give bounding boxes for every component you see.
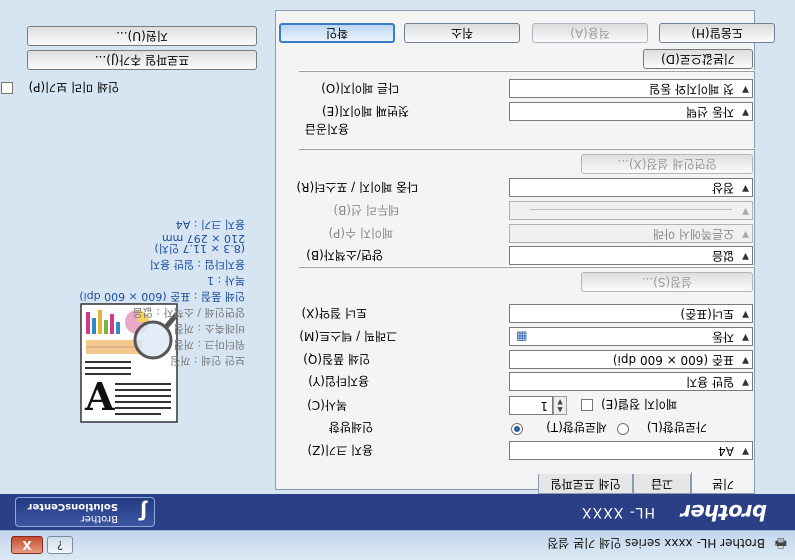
copies-stepper-arrows[interactable]: ▲ ▼ <box>553 396 567 415</box>
group-separator <box>299 148 755 150</box>
print-settings-select[interactable]: ▼ 자동 ▦ <box>509 327 753 346</box>
title-bar: X ? 🖶 Brother HL- xxxx series 인쇄 기본 설정 <box>0 530 795 560</box>
show-preview-checkbox[interactable] <box>1 82 13 94</box>
chevron-down-icon: ▼ <box>742 229 749 239</box>
apply-button[interactable]: 적용(A) <box>532 23 648 43</box>
chevron-down-icon: ▼ <box>742 107 749 117</box>
help-title-button[interactable]: ? <box>47 536 73 554</box>
paper-size-select[interactable]: ▼ A4 <box>509 441 753 460</box>
orientation-label: 인쇄방향 <box>328 420 373 434</box>
side-panel: A 용지 크기 : A4 210 × 297 mm (8.3 × 11.7 인치… <box>0 10 267 490</box>
duplex-settings-button[interactable]: 양면인쇄 설정(X)... <box>581 154 753 174</box>
toner-select[interactable]: ▼ 토너(표준) <box>509 304 753 323</box>
show-preview-label: 인쇄 미리 보기(P) <box>28 80 119 94</box>
group-separator <box>299 70 755 72</box>
solutions-line1: Brother <box>80 513 118 524</box>
svg-text:A: A <box>84 374 115 419</box>
info-resolution: 인쇄 품질 : 표준 (600 × 600 dpi) <box>79 290 245 303</box>
collate-checkbox[interactable] <box>581 399 593 411</box>
chevron-down-icon: ▼ <box>742 377 749 387</box>
info-copies: 복사 : 1 <box>207 274 245 287</box>
print-settings-label: 그래픽 / 텍스트(M) <box>299 329 397 343</box>
copies-input[interactable]: 1 <box>509 396 553 415</box>
chevron-down-icon: ▼ <box>742 251 749 261</box>
portrait-label: 세로방향(T) <box>546 420 607 434</box>
chevron-down-icon: ▼ <box>742 332 749 342</box>
toner-label: 토너 절약(X) <box>301 306 367 320</box>
window-title: Brother HL- xxxx series 인쇄 기본 설정 <box>547 536 765 550</box>
solutions-center-button[interactable]: ʃ Brother SolutionsCenter <box>15 497 155 527</box>
chevron-down-icon: ▼ <box>742 206 749 216</box>
brother-solutions-icon: ʃ <box>138 500 147 524</box>
info-dimensions-inch: (8.3 × 11.7 인치) <box>154 242 245 255</box>
document-icon: ▦ <box>516 330 528 344</box>
duplex-select[interactable]: ▼ 없음 <box>509 246 753 265</box>
cancel-button[interactable]: 취소 <box>404 23 520 43</box>
collate-label: 페이지 정렬(E) <box>601 397 677 411</box>
landscape-radio[interactable] <box>617 423 629 435</box>
pages-select[interactable]: ▼ 오른쪽에서 아래 <box>509 224 753 243</box>
media-type-select[interactable]: ▼ 일반 용지 <box>509 372 753 391</box>
tab-basic[interactable]: 기본 <box>691 472 755 494</box>
border-label: 테두리 선(B) <box>333 203 399 217</box>
chevron-down-icon: ▼ <box>742 183 749 193</box>
info-media-type: 용지타입 : 일반 용지 <box>149 258 245 271</box>
settings-button[interactable]: 설정(S)... <box>581 272 753 292</box>
landscape-label: 가로방향(L) <box>646 420 707 434</box>
tab-advanced[interactable]: 고급 <box>633 474 691 494</box>
portrait-radio[interactable] <box>511 423 523 435</box>
resolution-select[interactable]: ▼ 표준 (600 × 600 dpi) <box>509 350 753 369</box>
close-button[interactable]: X <box>11 536 43 554</box>
printer-icon: 🖶 <box>774 535 787 550</box>
info-watermark: 워터마크 : 꺼짐 <box>173 338 245 351</box>
copies-label: 복사(C) <box>307 398 347 412</box>
border-line-preview <box>530 209 732 210</box>
info-paper-size: 용지 크기 : A4 <box>175 218 245 231</box>
paper-source-label: 용지공급 <box>304 122 349 136</box>
ok-button[interactable]: 확인 <box>279 23 395 43</box>
default-button[interactable]: 기본값으로(D) <box>643 49 753 69</box>
first-page-label: 첫번째 페이지(E) <box>321 104 409 118</box>
border-select[interactable]: ▼ <box>509 201 753 220</box>
add-profile-button[interactable]: 프로파일 추가(J)... <box>27 50 257 70</box>
chevron-down-icon: ▼ <box>742 355 749 365</box>
chevron-down-icon: ▼ <box>742 309 749 319</box>
chevron-down-icon: ▼ <box>742 84 749 94</box>
solutions-line2: SolutionsCenter <box>27 501 118 512</box>
paper-size-label: 용지 크기(Z) <box>307 443 373 457</box>
media-type-label: 용지타입(Y) <box>308 374 369 388</box>
chevron-down-icon: ▼ <box>742 446 749 456</box>
other-pages-label: 다른 페이지(O) <box>321 81 399 95</box>
pages-label: 페이지 수(P) <box>328 226 393 240</box>
other-pages-select[interactable]: ▼ 첫 페이지와 동일 <box>509 79 753 98</box>
support-button[interactable]: 지원(U)... <box>27 26 257 46</box>
multiple-page-select[interactable]: ▼ 정상 <box>509 178 753 197</box>
multiple-page-label: 다중 페이지 / 포스터(R) <box>296 180 418 194</box>
model-name: HL- XXXX <box>581 504 655 520</box>
resolution-label: 인쇄 품질(Q) <box>303 352 370 366</box>
help-button[interactable]: 도움말(H) <box>659 23 775 43</box>
brand-bar: brother HL- XXXX ʃ Brother SolutionsCent… <box>0 494 795 530</box>
info-duplex: 양면인쇄 / 소책자 : 없음 <box>132 306 245 319</box>
info-scaling: 비례축소 : 꺼짐 <box>173 322 245 335</box>
print-preferences-window: X ? 🖶 Brother HL- xxxx series 인쇄 기본 설정 b… <box>0 0 795 560</box>
first-page-select[interactable]: ▼ 자동 선택 <box>509 102 753 121</box>
tab-print-profile[interactable]: 인쇄 프로파일 <box>538 474 633 494</box>
group-separator <box>299 266 755 268</box>
brother-logo: brother <box>681 500 767 524</box>
info-secure-print: 보안 인쇄 : 꺼짐 <box>170 354 245 367</box>
duplex-label: 양면/소책자(B) <box>306 248 383 262</box>
